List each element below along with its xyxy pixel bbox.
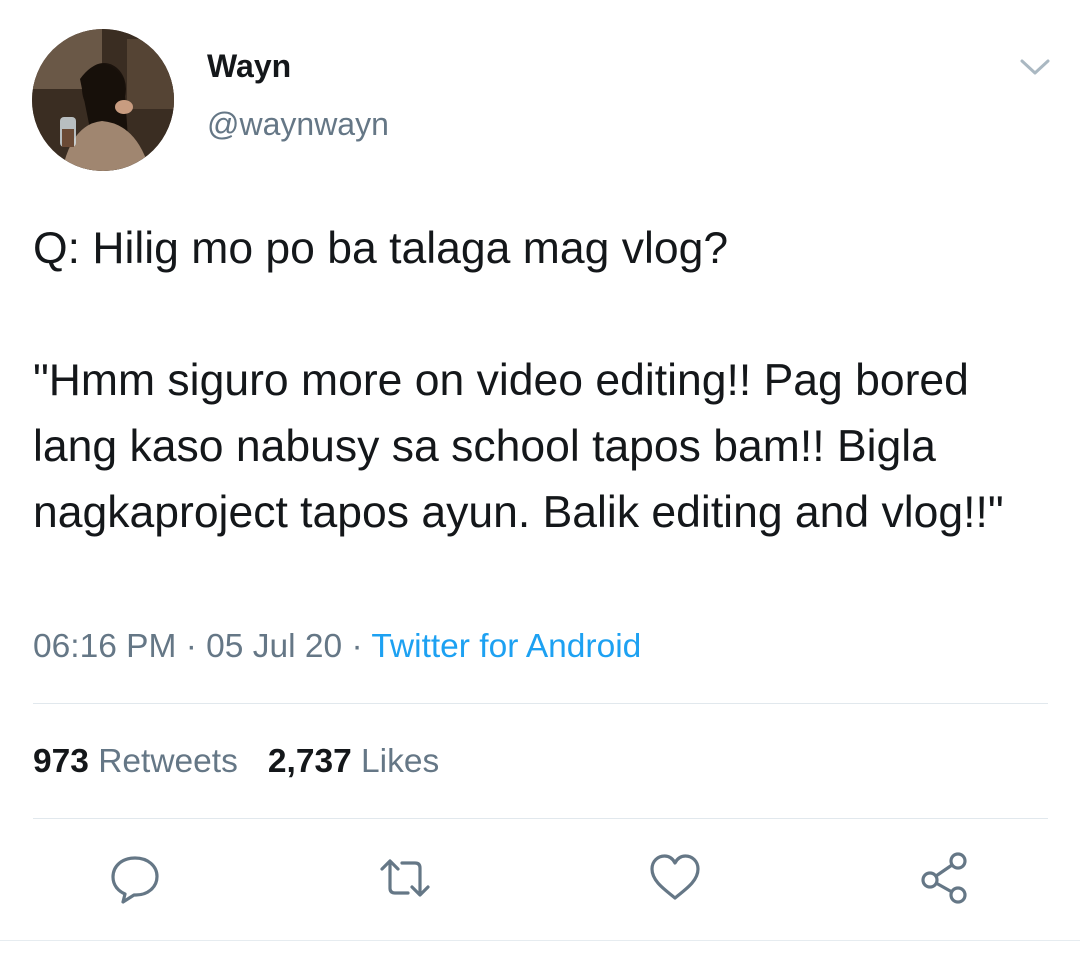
- retweet-icon: [380, 859, 430, 897]
- display-name[interactable]: Wayn: [207, 46, 291, 86]
- tweet-question: Q: Hilig mo po ba talaga mag vlog?: [33, 224, 729, 273]
- tweet-stats: 973 Retweets 2,737 Likes: [33, 740, 439, 784]
- avatar[interactable]: [32, 29, 174, 171]
- avatar-photo: [32, 29, 174, 171]
- likes-label: Likes: [361, 743, 440, 780]
- tweet-date[interactable]: 05 Jul 20: [206, 628, 342, 665]
- divider: [33, 703, 1048, 704]
- bottom-divider: [0, 940, 1080, 941]
- tweet-menu-button[interactable]: [1015, 52, 1055, 82]
- tweet-source-link[interactable]: Twitter for Android: [371, 628, 641, 665]
- retweets-stat[interactable]: 973 Retweets: [33, 743, 238, 780]
- reply-icon: [111, 856, 159, 904]
- divider: [33, 818, 1048, 819]
- meta-separator: ·: [342, 628, 372, 665]
- likes-stat[interactable]: 2,737 Likes: [268, 743, 439, 780]
- tweet-meta: 06:16 PM · 05 Jul 20 · Twitter for Andro…: [33, 625, 641, 669]
- retweet-button[interactable]: [377, 850, 433, 906]
- retweets-count: 973: [33, 743, 89, 780]
- reply-button[interactable]: [107, 850, 163, 906]
- retweets-label: Retweets: [98, 743, 238, 780]
- heart-icon: [650, 854, 700, 900]
- tweet-answer: "Hmm siguro more on video editing!! Pag …: [33, 356, 1004, 537]
- like-button[interactable]: [647, 850, 703, 906]
- meta-separator: ·: [176, 628, 207, 665]
- tweet-time[interactable]: 06:16 PM: [33, 628, 176, 665]
- share-button[interactable]: [917, 850, 973, 906]
- share-icon: [921, 852, 967, 904]
- user-handle[interactable]: @waynwayn: [207, 104, 389, 144]
- chevron-down-icon: [1020, 59, 1050, 75]
- likes-count: 2,737: [267, 743, 352, 780]
- tweet-text: Q: Hilig mo po ba talaga mag vlog? "Hmm …: [33, 216, 1043, 546]
